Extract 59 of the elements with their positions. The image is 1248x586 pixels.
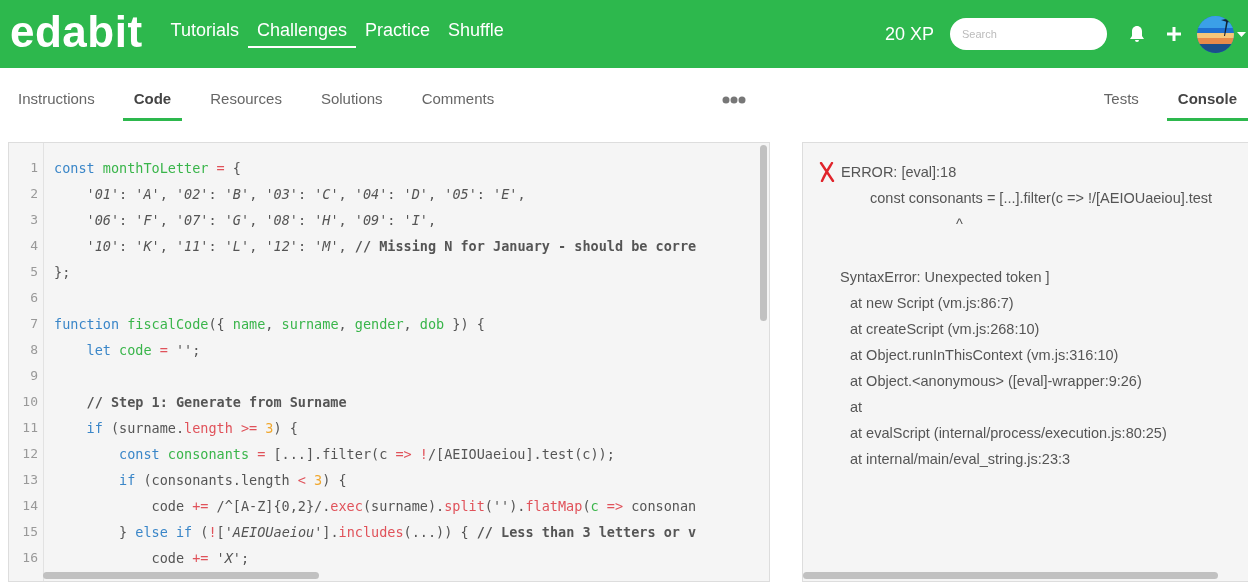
tab[interactable]: Resources — [199, 68, 293, 121]
code-line: if (surname.length >= 3) { — [85, 419, 298, 438]
tab[interactable]: Code — [122, 68, 183, 121]
error-icon — [819, 162, 835, 182]
line-number: 15 — [21, 523, 39, 541]
tab[interactable]: Console — [1166, 68, 1248, 121]
stack-trace-line: at new Script (vm.js:86:7) — [850, 294, 1014, 313]
stack-trace-line: at internal/main/eval_string.js:23:3 — [850, 450, 1071, 469]
caret-icon[interactable] — [1237, 31, 1246, 37]
code-line: code += /^[A-Z]{0,2}/.exec(surname).split('').flatMap(c => consonan — [150, 497, 697, 516]
line-number: 4 — [29, 237, 39, 255]
code-line: const monthToLetter = { — [54, 159, 241, 178]
code-editor[interactable] — [8, 142, 770, 582]
scrollbar[interactable] — [760, 145, 767, 321]
code-line: '10': 'K', '11': 'L', '12': 'M', // Missing N for January - should be corre — [85, 237, 697, 256]
code-line: }; — [54, 263, 71, 282]
line-number: 1 — [29, 159, 39, 177]
code-line: // Step 1: Generate from Surname — [85, 393, 347, 412]
error-title: ERROR: [eval]:18 — [841, 163, 957, 182]
stack-trace-line: at evalScript (internal/process/execution.js:80:25) — [850, 424, 1167, 443]
line-number: 13 — [21, 471, 39, 489]
stack-trace-line: at Object.runInThisContext (vm.js:316:10) — [850, 346, 1119, 365]
stack-trace-line: at createScript (vm.js:268:10) — [850, 320, 1040, 339]
xp-count: 20 XP — [884, 23, 934, 45]
error-message: SyntaxError: Unexpected token ] — [840, 268, 1050, 287]
line-number: 3 — [29, 211, 39, 229]
line-number: 11 — [21, 419, 39, 437]
line-number: 10 — [21, 393, 39, 411]
line-number: 8 — [29, 341, 39, 359]
code-line: '01': 'A', '02': 'B', '03': 'C', '04': 'D', '05': 'E', — [85, 185, 526, 204]
stack-trace-line: at Object.<anonymous> ([eval]-wrapper:9:26) — [850, 372, 1142, 391]
line-number: 9 — [29, 367, 39, 385]
line-number: 2 — [29, 185, 39, 203]
code-line: let code = ''; — [85, 341, 201, 360]
code-line: '06': 'F', '07': 'G', '08': 'H', '09': 'I', — [85, 211, 437, 230]
line-number: 12 — [21, 445, 39, 463]
code-line: function fiscalCode({ name, surname, gender, dob }) { — [54, 315, 485, 334]
line-number: 16 — [21, 549, 39, 567]
tab[interactable]: Solutions — [309, 68, 394, 121]
scrollbar[interactable] — [803, 572, 1218, 579]
line-number: 7 — [29, 315, 39, 333]
error-code: const consonants = [...].filter(c => !/[AEIOUaeiou].test — [870, 189, 1213, 208]
line-number: 14 — [21, 497, 39, 515]
scrollbar[interactable] — [43, 572, 319, 579]
tab[interactable]: Comments — [410, 68, 506, 121]
line-number: 5 — [29, 263, 39, 281]
line-number: 6 — [29, 289, 39, 307]
tab[interactable]: Tests — [1092, 68, 1150, 121]
more-icon[interactable] — [722, 95, 747, 104]
tab[interactable]: Instructions — [7, 68, 106, 121]
code-line: code += 'X'; — [150, 549, 250, 568]
code-line: } else if (!['AEIOUaeiou'].includes(...)) { // Less than 3 letters or v — [118, 523, 697, 542]
code-line: if (consonants.length < 3) { — [118, 471, 347, 490]
stack-trace-line: at — [850, 398, 863, 417]
search-field[interactable]: Search — [950, 18, 1107, 50]
bell-icon[interactable] — [1129, 25, 1145, 43]
caret-marker: ^ — [956, 215, 963, 234]
code-line: const consonants = [...].filter(c => !/[AEIOUaeiou].test(c)); — [118, 445, 615, 464]
plus-icon[interactable] — [1167, 27, 1181, 41]
